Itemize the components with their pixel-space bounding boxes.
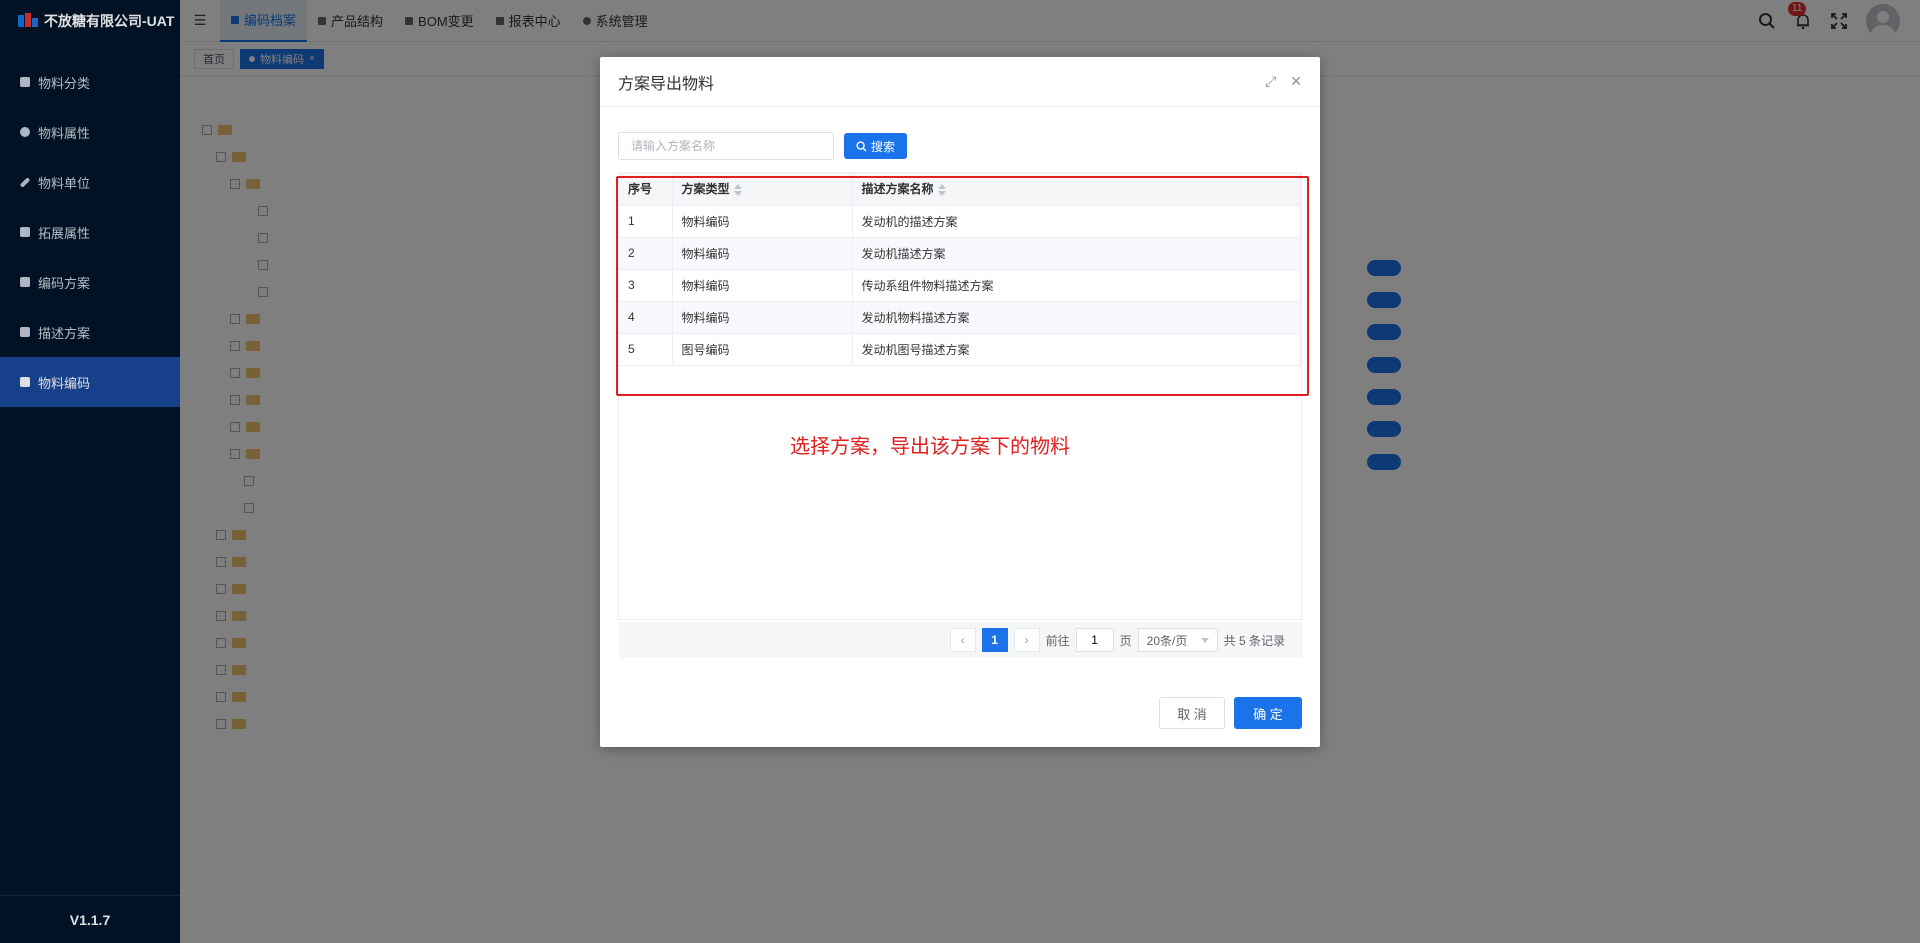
table-row[interactable]: 4 物料编码 发动机物料描述方案 [619, 301, 1301, 334]
pagination: ‹ 1 › 前往 页 20条/页 共 5 条记录 [619, 622, 1303, 658]
page-size-value: 20条/页 [1146, 633, 1188, 648]
table-row[interactable]: 3 物料编码 传动系组件物料描述方案 [619, 269, 1301, 302]
scheme-table: 序号 方案类型 描述方案名称 1 物料编码 发动机的描述方案 2 物料编码 发动… [618, 172, 1303, 658]
sidebar-overlay [0, 0, 180, 943]
page-number-button[interactable]: 1 [981, 628, 1008, 652]
row-scheme-type: 物料编码 [672, 237, 853, 270]
table-header-row: 序号 方案类型 描述方案名称 [619, 173, 1301, 206]
search-button-label: 搜索 [871, 139, 896, 154]
cancel-button[interactable]: 取 消 [1159, 697, 1225, 729]
next-page-button[interactable]: › [1013, 628, 1040, 652]
scheme-table-grid: 序号 方案类型 描述方案名称 1 物料编码 发动机的描述方案 2 物料编码 发动… [619, 173, 1301, 366]
row-scheme-name: 传动系组件物料描述方案 [852, 269, 1301, 302]
annotation-text: 选择方案，导出该方案下的物料 [790, 436, 1070, 458]
row-index: 1 [619, 205, 673, 238]
row-scheme-type: 物料编码 [672, 205, 853, 238]
export-dialog: 方案导出物料 ⤢ ✕ 搜索 序号 方案类型 描述方案名称 [600, 57, 1320, 747]
row-index: 2 [619, 237, 673, 270]
row-scheme-name: 发动机图号描述方案 [852, 333, 1301, 366]
maximize-icon[interactable]: ⤢ [1265, 73, 1276, 90]
goto-prefix: 前往 [1045, 633, 1070, 648]
dialog-title: 方案导出物料 [618, 75, 715, 93]
prev-page-button[interactable]: ‹ [949, 628, 976, 652]
scheme-name-search-input[interactable] [618, 132, 834, 160]
column-header-scheme-name[interactable]: 描述方案名称 [852, 173, 1301, 206]
confirm-button[interactable]: 确 定 [1234, 697, 1302, 729]
goto-suffix: 页 [1119, 633, 1132, 648]
row-scheme-name: 发动机的描述方案 [852, 205, 1301, 238]
sort-icon[interactable] [733, 184, 742, 197]
dialog-body: 搜索 序号 方案类型 描述方案名称 1 物料编码 发动机的描述方案 [618, 132, 1303, 658]
row-scheme-name: 发动机描述方案 [852, 237, 1301, 270]
row-index: 4 [619, 301, 673, 334]
row-scheme-name: 发动机物料描述方案 [852, 301, 1301, 334]
search-button[interactable]: 搜索 [844, 133, 908, 159]
row-scheme-type: 物料编码 [672, 269, 853, 302]
dialog-header: 方案导出物料 [600, 57, 1320, 107]
dialog-footer: 取 消 确 定 [1159, 697, 1302, 729]
total-records: 共 5 条记录 [1223, 633, 1285, 648]
row-index: 3 [619, 269, 673, 302]
row-index: 5 [619, 333, 673, 366]
chevron-down-icon [1200, 637, 1209, 643]
goto-page-input[interactable] [1075, 628, 1114, 652]
table-row[interactable]: 5 图号编码 发动机图号描述方案 [619, 333, 1301, 366]
close-icon[interactable]: ✕ [1290, 73, 1302, 90]
sort-icon[interactable] [937, 184, 946, 197]
row-scheme-type: 物料编码 [672, 301, 853, 334]
column-header-scheme-type[interactable]: 方案类型 [672, 173, 853, 206]
row-scheme-type: 图号编码 [672, 333, 853, 366]
dialog-tools: ⤢ ✕ [1265, 73, 1302, 90]
search-row: 搜索 [618, 132, 1302, 160]
column-header-index: 序号 [619, 173, 673, 206]
search-icon [856, 140, 867, 152]
page-size-select[interactable]: 20条/页 [1137, 628, 1218, 652]
table-row[interactable]: 1 物料编码 发动机的描述方案 [619, 205, 1301, 238]
table-row[interactable]: 2 物料编码 发动机描述方案 [619, 237, 1301, 270]
